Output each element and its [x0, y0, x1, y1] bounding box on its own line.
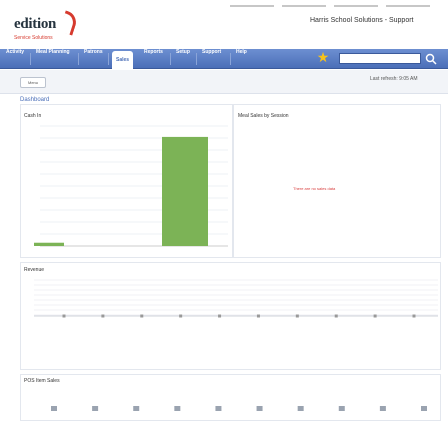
nav-divider — [230, 53, 231, 65]
app-header: edition Service Solutions Harris School … — [0, 0, 448, 48]
nav-divider — [78, 53, 79, 65]
top-links[interactable] — [230, 5, 430, 9]
cash-in-title: Cash In — [24, 113, 42, 119]
revenue-chart — [34, 279, 438, 318]
nav-divider — [170, 53, 171, 65]
revenue-point — [179, 314, 183, 318]
pos-item-bar — [256, 406, 263, 411]
logo-text: edition — [14, 16, 57, 32]
top-link[interactable] — [334, 5, 378, 7]
cash-in-chart — [34, 125, 228, 247]
revenue-point — [101, 314, 105, 318]
pos-item-bar — [297, 406, 304, 411]
nav-item-help[interactable]: Help — [232, 49, 251, 69]
sub-toolbar — [0, 70, 448, 94]
nav-divider — [108, 53, 109, 65]
nav-item-setup[interactable]: Setup — [172, 49, 194, 69]
nav-item-activity[interactable]: Activity — [2, 49, 28, 69]
pos-item-bar — [51, 406, 57, 411]
nav-divider — [30, 53, 31, 65]
nav-item-meal-planning[interactable]: Meal Planning — [32, 49, 74, 69]
page-title: Dashboard — [20, 97, 50, 103]
logo-swoosh-icon — [58, 10, 80, 36]
pos-item-bar — [174, 406, 181, 411]
meal-sales-title: Meal Sales by Session — [238, 113, 289, 119]
favorites-star-icon[interactable]: ★ — [316, 50, 330, 64]
last-refresh-text[interactable]: Last refresh: 9:05 AM — [370, 76, 418, 82]
revenue-point — [334, 314, 338, 318]
nav-item-sales[interactable]: Sales — [112, 51, 134, 69]
pos-item-bar — [92, 406, 99, 411]
revenue-point — [295, 314, 299, 318]
nav-item-patrons[interactable]: Patrons — [80, 49, 107, 69]
revenue-point — [140, 314, 144, 318]
revenue-title: Revenue — [24, 267, 45, 273]
revenue-point — [218, 314, 222, 318]
pos-item-bar — [133, 406, 140, 411]
top-link[interactable] — [282, 5, 326, 7]
pos-item-bar — [421, 406, 427, 411]
logo-tagline: Service Solutions — [14, 35, 53, 41]
menu-button[interactable]: Menu — [20, 77, 46, 88]
revenue-point — [373, 314, 377, 318]
nav-item-reports[interactable]: Reports — [140, 49, 167, 69]
meal-sales-panel — [233, 104, 441, 258]
search-icon[interactable] — [424, 52, 438, 66]
nav-divider — [196, 53, 197, 65]
pos-item-bar — [338, 406, 345, 411]
pos-items-chart — [51, 406, 427, 411]
revenue-point — [412, 314, 416, 318]
top-link[interactable] — [386, 5, 430, 7]
revenue-point — [62, 314, 66, 318]
app-logo[interactable]: edition Service Solutions — [14, 10, 80, 42]
pos-item-bar — [215, 406, 222, 411]
top-link[interactable] — [230, 5, 274, 7]
search-input[interactable] — [339, 53, 421, 64]
no-data-message: There are no sales data — [293, 186, 336, 191]
pos-items-title: POS Item Sales — [24, 378, 60, 384]
nav-item-support[interactable]: Support — [198, 49, 225, 69]
cash-in-bar — [34, 242, 64, 246]
revenue-point — [256, 314, 260, 318]
pos-item-bar — [379, 406, 386, 411]
cash-in-bar — [162, 136, 208, 246]
welcome-text: Harris School Solutions - Support — [310, 17, 414, 24]
